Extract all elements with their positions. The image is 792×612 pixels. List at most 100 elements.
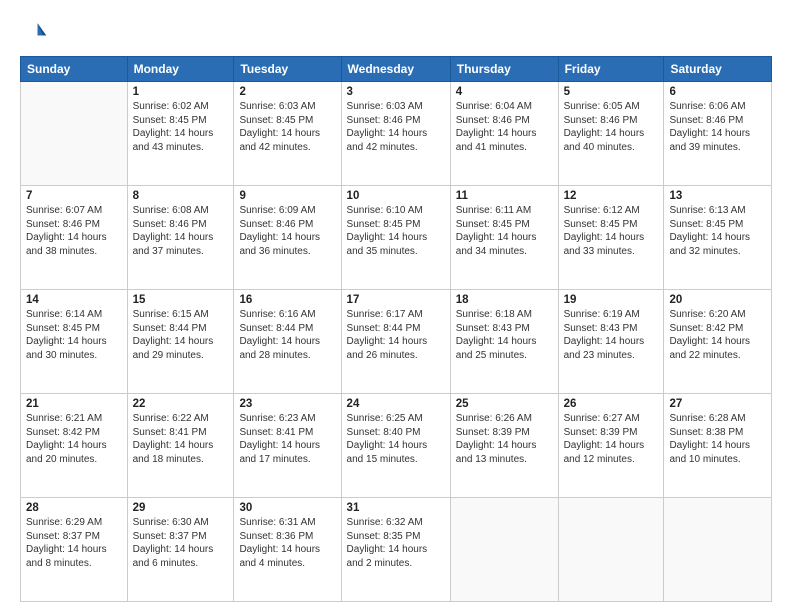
- calendar-day-cell: 29 Sunrise: 6:30 AMSunset: 8:37 PMDayligh…: [127, 498, 234, 602]
- day-number: 17: [347, 294, 445, 306]
- calendar-day-cell: [450, 498, 558, 602]
- calendar-day-cell: 9Sunrise: 6:09 AMSunset: 8:46 PMDaylight…: [234, 186, 341, 290]
- calendar-day-cell: [21, 82, 128, 186]
- day-number: 22: [133, 398, 229, 410]
- header-row: SundayMondayTuesdayWednesdayThursdayFrid…: [21, 57, 772, 82]
- calendar-table: SundayMondayTuesdayWednesdayThursdayFrid…: [20, 56, 772, 602]
- calendar-day-cell: 13 Sunrise: 6:13 AMSunset: 8:45 PMDayligh…: [664, 186, 772, 290]
- day-info: Sunrise: 6:06 AMSunset: 8:46 PMDaylight:…: [669, 100, 766, 154]
- calendar-week-row: 14 Sunrise: 6:14 AMSunset: 8:45 PMDayligh…: [21, 290, 772, 394]
- calendar-day-cell: 6 Sunrise: 6:06 AMSunset: 8:46 PMDaylight…: [664, 82, 772, 186]
- day-info: Sunrise: 6:22 AMSunset: 8:41 PMDaylight:…: [133, 412, 229, 466]
- day-info: Sunrise: 6:26 AMSunset: 8:39 PMDaylight:…: [456, 412, 553, 466]
- calendar-day-cell: [558, 498, 664, 602]
- calendar-day-cell: 4 Sunrise: 6:04 AMSunset: 8:46 PMDaylight…: [450, 82, 558, 186]
- day-of-week-header: Thursday: [450, 57, 558, 82]
- day-info: Sunrise: 6:28 AMSunset: 8:38 PMDaylight:…: [669, 412, 766, 466]
- day-number: 19: [564, 294, 659, 306]
- day-info: Sunrise: 6:17 AMSunset: 8:44 PMDaylight:…: [347, 308, 445, 362]
- day-info: Sunrise: 6:05 AMSunset: 8:46 PMDaylight:…: [564, 100, 659, 154]
- calendar-day-cell: [664, 498, 772, 602]
- day-info: Sunrise: 6:16 AMSunset: 8:44 PMDaylight:…: [239, 308, 335, 362]
- calendar-day-cell: 30 Sunrise: 6:31 AMSunset: 8:36 PMDayligh…: [234, 498, 341, 602]
- day-number: 30: [239, 502, 335, 514]
- day-info: Sunrise: 6:20 AMSunset: 8:42 PMDaylight:…: [669, 308, 766, 362]
- day-number: 24: [347, 398, 445, 410]
- day-info: Sunrise: 6:04 AMSunset: 8:46 PMDaylight:…: [456, 100, 553, 154]
- calendar-week-row: 7Sunrise: 6:07 AMSunset: 8:46 PMDaylight…: [21, 186, 772, 290]
- day-of-week-header: Tuesday: [234, 57, 341, 82]
- day-number: 20: [669, 294, 766, 306]
- calendar-day-cell: 28 Sunrise: 6:29 AMSunset: 8:37 PMDayligh…: [21, 498, 128, 602]
- calendar-week-row: 1Sunrise: 6:02 AMSunset: 8:45 PMDaylight…: [21, 82, 772, 186]
- day-info: Sunrise: 6:02 AMSunset: 8:45 PMDaylight:…: [133, 100, 229, 154]
- day-info: Sunrise: 6:30 AMSunset: 8:37 PMDaylight:…: [133, 516, 229, 570]
- logo: [20, 18, 52, 46]
- day-number: 5: [564, 86, 659, 98]
- calendar-day-cell: 14 Sunrise: 6:14 AMSunset: 8:45 PMDayligh…: [21, 290, 128, 394]
- day-of-week-header: Friday: [558, 57, 664, 82]
- day-info: Sunrise: 6:19 AMSunset: 8:43 PMDaylight:…: [564, 308, 659, 362]
- calendar-day-cell: 18Sunrise: 6:18 AMSunset: 8:43 PMDayligh…: [450, 290, 558, 394]
- day-number: 15: [133, 294, 229, 306]
- logo-icon: [20, 18, 48, 46]
- day-number: 31: [347, 502, 445, 514]
- calendar-day-cell: 16 Sunrise: 6:16 AMSunset: 8:44 PMDayligh…: [234, 290, 341, 394]
- calendar-day-cell: 20 Sunrise: 6:20 AMSunset: 8:42 PMDayligh…: [664, 290, 772, 394]
- page: SundayMondayTuesdayWednesdayThursdayFrid…: [0, 0, 792, 612]
- calendar-day-cell: 2 Sunrise: 6:03 AMSunset: 8:45 PMDaylight…: [234, 82, 341, 186]
- calendar-day-cell: 8 Sunrise: 6:08 AMSunset: 8:46 PMDaylight…: [127, 186, 234, 290]
- calendar-day-cell: 1Sunrise: 6:02 AMSunset: 8:45 PMDaylight…: [127, 82, 234, 186]
- day-info: Sunrise: 6:03 AMSunset: 8:45 PMDaylight:…: [239, 100, 335, 154]
- day-number: 11: [456, 190, 553, 202]
- day-info: Sunrise: 6:18 AMSunset: 8:43 PMDaylight:…: [456, 308, 553, 362]
- header: [20, 18, 772, 46]
- calendar-body: 1Sunrise: 6:02 AMSunset: 8:45 PMDaylight…: [21, 82, 772, 602]
- day-number: 14: [26, 294, 122, 306]
- calendar-day-cell: 24 Sunrise: 6:25 AMSunset: 8:40 PMDayligh…: [341, 394, 450, 498]
- day-info: Sunrise: 6:08 AMSunset: 8:46 PMDaylight:…: [133, 204, 229, 258]
- day-number: 6: [669, 86, 766, 98]
- calendar-day-cell: 26Sunrise: 6:27 AMSunset: 8:39 PMDayligh…: [558, 394, 664, 498]
- calendar-day-cell: 7Sunrise: 6:07 AMSunset: 8:46 PMDaylight…: [21, 186, 128, 290]
- day-number: 4: [456, 86, 553, 98]
- calendar-day-cell: 5 Sunrise: 6:05 AMSunset: 8:46 PMDaylight…: [558, 82, 664, 186]
- calendar-day-cell: 21 Sunrise: 6:21 AMSunset: 8:42 PMDayligh…: [21, 394, 128, 498]
- day-number: 27: [669, 398, 766, 410]
- calendar-day-cell: 22 Sunrise: 6:22 AMSunset: 8:41 PMDayligh…: [127, 394, 234, 498]
- day-info: Sunrise: 6:21 AMSunset: 8:42 PMDaylight:…: [26, 412, 122, 466]
- calendar-day-cell: 10 Sunrise: 6:10 AMSunset: 8:45 PMDayligh…: [341, 186, 450, 290]
- calendar-day-cell: 17 Sunrise: 6:17 AMSunset: 8:44 PMDayligh…: [341, 290, 450, 394]
- day-of-week-header: Wednesday: [341, 57, 450, 82]
- day-number: 23: [239, 398, 335, 410]
- day-info: Sunrise: 6:32 AMSunset: 8:35 PMDaylight:…: [347, 516, 445, 570]
- day-number: 3: [347, 86, 445, 98]
- day-info: Sunrise: 6:10 AMSunset: 8:45 PMDaylight:…: [347, 204, 445, 258]
- calendar-day-cell: 23Sunrise: 6:23 AMSunset: 8:41 PMDayligh…: [234, 394, 341, 498]
- day-number: 16: [239, 294, 335, 306]
- day-number: 8: [133, 190, 229, 202]
- day-number: 29: [133, 502, 229, 514]
- day-number: 26: [564, 398, 659, 410]
- day-number: 2: [239, 86, 335, 98]
- day-info: Sunrise: 6:13 AMSunset: 8:45 PMDaylight:…: [669, 204, 766, 258]
- day-info: Sunrise: 6:25 AMSunset: 8:40 PMDaylight:…: [347, 412, 445, 466]
- day-number: 13: [669, 190, 766, 202]
- day-number: 28: [26, 502, 122, 514]
- day-of-week-header: Sunday: [21, 57, 128, 82]
- day-info: Sunrise: 6:14 AMSunset: 8:45 PMDaylight:…: [26, 308, 122, 362]
- day-info: Sunrise: 6:15 AMSunset: 8:44 PMDaylight:…: [133, 308, 229, 362]
- day-number: 9: [239, 190, 335, 202]
- day-info: Sunrise: 6:29 AMSunset: 8:37 PMDaylight:…: [26, 516, 122, 570]
- calendar-day-cell: 12Sunrise: 6:12 AMSunset: 8:45 PMDayligh…: [558, 186, 664, 290]
- calendar-header: SundayMondayTuesdayWednesdayThursdayFrid…: [21, 57, 772, 82]
- day-info: Sunrise: 6:11 AMSunset: 8:45 PMDaylight:…: [456, 204, 553, 258]
- day-info: Sunrise: 6:31 AMSunset: 8:36 PMDaylight:…: [239, 516, 335, 570]
- calendar-day-cell: 25Sunrise: 6:26 AMSunset: 8:39 PMDayligh…: [450, 394, 558, 498]
- day-number: 21: [26, 398, 122, 410]
- day-number: 10: [347, 190, 445, 202]
- calendar-week-row: 21 Sunrise: 6:21 AMSunset: 8:42 PMDayligh…: [21, 394, 772, 498]
- day-info: Sunrise: 6:07 AMSunset: 8:46 PMDaylight:…: [26, 204, 122, 258]
- calendar-day-cell: 19 Sunrise: 6:19 AMSunset: 8:43 PMDayligh…: [558, 290, 664, 394]
- day-of-week-header: Saturday: [664, 57, 772, 82]
